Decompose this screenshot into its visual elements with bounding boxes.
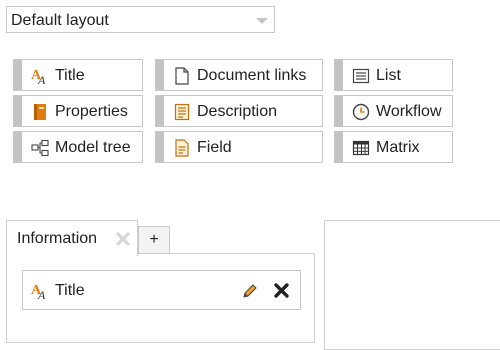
description-icon bbox=[174, 103, 190, 121]
widget-label: Workflow bbox=[376, 103, 442, 120]
svg-text:A: A bbox=[37, 288, 46, 300]
svg-text:A: A bbox=[37, 73, 46, 85]
drag-handle[interactable] bbox=[14, 60, 22, 90]
list-icon bbox=[352, 68, 370, 84]
widget-label: List bbox=[376, 67, 401, 84]
tab-information[interactable]: Information bbox=[6, 220, 138, 256]
widget-label: Document links bbox=[197, 67, 307, 84]
widget-list[interactable]: List bbox=[334, 59, 453, 91]
drag-handle[interactable] bbox=[335, 96, 343, 126]
title-icon: A A bbox=[31, 283, 46, 300]
widget-label: Title bbox=[55, 67, 85, 84]
widget-label: Matrix bbox=[376, 139, 420, 156]
drag-handle[interactable] bbox=[156, 132, 164, 162]
layout-select[interactable]: Default layout bbox=[6, 6, 275, 33]
layout-select-value: Default layout bbox=[11, 12, 109, 29]
widget-workflow[interactable]: Workflow bbox=[334, 95, 453, 127]
drag-handle[interactable] bbox=[335, 60, 343, 90]
drag-handle[interactable] bbox=[156, 96, 164, 126]
model-tree-icon bbox=[31, 139, 49, 157]
close-icon[interactable] bbox=[273, 282, 290, 299]
close-icon[interactable] bbox=[115, 231, 131, 247]
widget-label: Properties bbox=[55, 103, 128, 120]
widget-label: Model tree bbox=[55, 139, 131, 156]
widget-title[interactable]: A A Title bbox=[13, 59, 143, 91]
field-icon bbox=[175, 139, 189, 157]
widget-field[interactable]: Field bbox=[155, 131, 323, 163]
properties-book-icon bbox=[34, 104, 46, 120]
drag-handle[interactable] bbox=[14, 96, 22, 126]
title-icon: A A bbox=[31, 68, 46, 85]
widget-document-links[interactable]: Document links bbox=[155, 59, 323, 91]
matrix-icon bbox=[352, 140, 370, 156]
chevron-down-icon[interactable] bbox=[256, 18, 268, 24]
add-tab-button[interactable]: + bbox=[138, 226, 170, 254]
document-icon bbox=[175, 67, 189, 85]
drag-handle[interactable] bbox=[156, 60, 164, 90]
widget-matrix[interactable]: Matrix bbox=[334, 131, 453, 163]
tab-label: Information bbox=[17, 230, 98, 247]
right-pane bbox=[324, 220, 500, 350]
placed-widget-label: Title bbox=[55, 282, 85, 299]
widget-label: Field bbox=[197, 139, 232, 156]
widget-description[interactable]: Description bbox=[155, 95, 323, 127]
clock-icon bbox=[352, 103, 370, 121]
widget-model-tree[interactable]: Model tree bbox=[13, 131, 143, 163]
pencil-icon[interactable] bbox=[241, 282, 259, 300]
widget-properties[interactable]: Properties bbox=[13, 95, 143, 127]
widget-label: Description bbox=[197, 103, 278, 120]
drag-handle[interactable] bbox=[335, 132, 343, 162]
placed-widget-title[interactable]: A A Title bbox=[22, 270, 301, 310]
drag-handle[interactable] bbox=[14, 132, 22, 162]
